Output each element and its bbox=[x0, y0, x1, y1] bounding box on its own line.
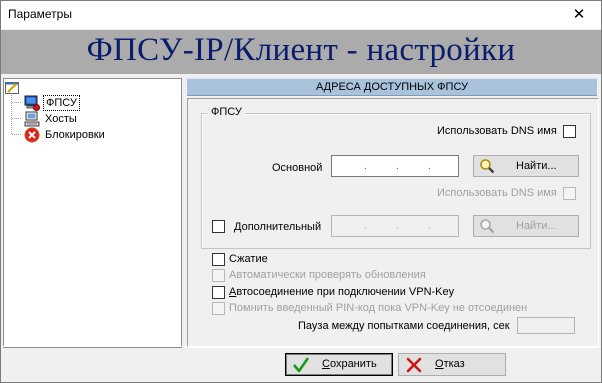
fpsu-computer-icon bbox=[24, 95, 40, 111]
pause-seconds-input[interactable] bbox=[517, 317, 575, 334]
find-secondary-button[interactable]: Найти... bbox=[473, 215, 579, 237]
autoconnect-checkbox[interactable] bbox=[212, 286, 225, 299]
compression-label: Сжатие bbox=[229, 253, 268, 265]
remember-pin-label: Помнить введенный PIN-код пока VPN-Key н… bbox=[229, 302, 528, 314]
magnifier-icon bbox=[479, 158, 495, 177]
primary-ip-dot: . bbox=[428, 161, 431, 172]
pause-label: Пауза между попытками соединения, сек bbox=[298, 320, 510, 332]
find-secondary-label: Найти... bbox=[516, 220, 557, 232]
auto-update-checkbox[interactable] bbox=[212, 269, 225, 282]
settings-window: Параметры ✕ ФПСУ-IP/Клиент - настройки Ф… bbox=[0, 0, 602, 383]
tree-item-hosts-label: Хосты bbox=[45, 113, 77, 125]
tree-root-icon bbox=[5, 82, 19, 94]
secondary-ip-input[interactable]: . . . bbox=[331, 215, 459, 237]
use-dns-secondary-checkbox[interactable] bbox=[563, 187, 576, 200]
secondary-ip-dot: . bbox=[396, 221, 399, 232]
window-title: Параметры bbox=[8, 7, 72, 21]
cancel-accel: О bbox=[435, 358, 444, 370]
section-header-title: АДРЕСА ДОСТУПНЫХ ФПСУ bbox=[315, 81, 469, 93]
magnifier-icon bbox=[479, 218, 495, 237]
cancel-label: Отказ bbox=[435, 358, 465, 370]
primary-ip-input[interactable]: . . . bbox=[331, 155, 459, 177]
use-dns-primary-checkbox[interactable] bbox=[563, 125, 576, 138]
block-red-icon bbox=[24, 127, 40, 143]
save-accel: С bbox=[322, 358, 330, 370]
cross-icon bbox=[405, 356, 423, 377]
remember-pin-checkbox[interactable] bbox=[212, 302, 225, 315]
banner-title: ФПСУ-IP/Клиент - настройки bbox=[86, 32, 516, 68]
autoconnect-label: Автосоединение при подключении VPN-Key bbox=[229, 286, 454, 298]
secondary-ip-dot: . bbox=[364, 221, 367, 232]
title-bar: Параметры ✕ bbox=[1, 1, 601, 29]
checkmark-icon bbox=[292, 356, 310, 377]
hosts-computer-icon bbox=[24, 111, 40, 127]
save-label-text: охранить bbox=[329, 358, 377, 370]
auto-update-label: Автоматически проверять обновления bbox=[229, 269, 426, 281]
cancel-button[interactable]: Отказ bbox=[398, 353, 506, 376]
secondary-label: Дополнительный bbox=[234, 221, 322, 233]
primary-ip-dot: . bbox=[364, 161, 367, 172]
section-header: АДРЕСА ДОСТУПНЫХ ФПСУ bbox=[187, 78, 597, 96]
use-dns-primary-label: Использовать DNS имя bbox=[437, 125, 557, 137]
primary-label: Основной bbox=[272, 162, 323, 174]
autoconnect-label-text: втосоединение при подключении VPN-Key bbox=[236, 286, 455, 298]
primary-ip-dot: . bbox=[396, 161, 399, 172]
footer-separator bbox=[1, 346, 601, 347]
close-icon[interactable]: ✕ bbox=[557, 1, 601, 29]
tree-item-blocks-label: Блокировки bbox=[45, 129, 105, 141]
use-dns-secondary-label: Использовать DNS имя bbox=[437, 187, 557, 199]
banner: ФПСУ-IP/Клиент - настройки bbox=[1, 30, 601, 74]
find-primary-button[interactable]: Найти... bbox=[473, 155, 579, 177]
cancel-label-text: тказ bbox=[443, 358, 465, 370]
secondary-ip-dot: . bbox=[428, 221, 431, 232]
tree-item-fpsu-label: ФПСУ bbox=[43, 95, 80, 111]
settings-tree: ФПСУ Хосты Блокировки bbox=[3, 78, 182, 348]
find-primary-label: Найти... bbox=[516, 160, 557, 172]
secondary-enable-checkbox[interactable] bbox=[212, 220, 225, 233]
save-label: Сохранить bbox=[322, 358, 377, 370]
fpsu-group-title: ФПСУ bbox=[208, 106, 245, 118]
compression-checkbox[interactable] bbox=[212, 253, 225, 266]
save-button[interactable]: Сохранить bbox=[285, 353, 393, 376]
